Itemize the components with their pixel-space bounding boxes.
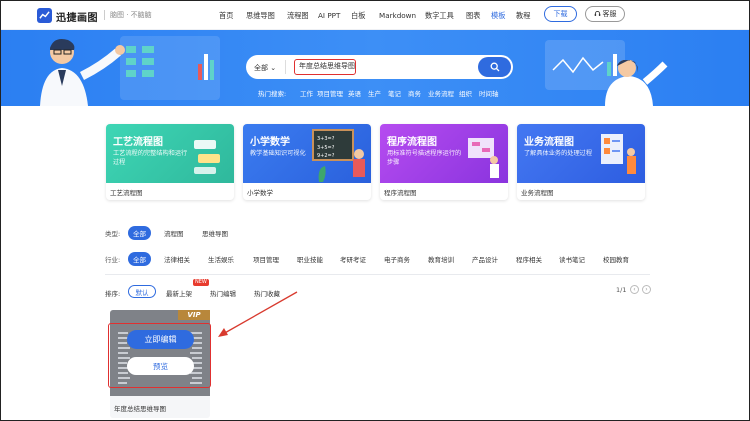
sort-option-newest[interactable]: 最新上架 [166, 288, 192, 298]
industry-option[interactable]: 法律相关 [164, 254, 190, 264]
preview-button[interactable]: 预览 [127, 357, 194, 375]
prev-page-icon[interactable]: ‹ [630, 285, 639, 294]
card-title: 业务流程图 [524, 137, 574, 148]
industry-option[interactable]: 产品设计 [472, 254, 498, 264]
download-button[interactable]: 下载 [544, 6, 577, 22]
sort-label: 排序: [105, 290, 121, 298]
type-option[interactable]: 思维导图 [202, 228, 228, 238]
teacher-illustration [40, 39, 125, 106]
template-title[interactable]: 年度总结思维导图 [114, 403, 166, 413]
chevron-down-icon: ⌄ [270, 64, 277, 72]
card-title: 程序流程图 [387, 137, 437, 148]
card-business-flowchart[interactable]: 业务流程图 了解具体业务的处理过程 业务流程图 [517, 124, 645, 200]
industry-option[interactable]: 教育培训 [428, 254, 454, 264]
program-illustration-icon [468, 138, 499, 178]
search-bar [246, 55, 513, 79]
search-category-label: 全部 [254, 64, 268, 72]
card-label: 小学数学 [247, 189, 273, 197]
type-filter-label: 类型: [105, 230, 121, 238]
logo-icon[interactable] [37, 8, 52, 23]
industry-option[interactable]: 考研考证 [340, 254, 366, 264]
type-option[interactable]: 流程图 [164, 228, 184, 238]
search-button[interactable] [478, 57, 511, 77]
nav-home[interactable]: 首页 [219, 11, 233, 21]
presenter-illustration [605, 60, 668, 106]
top-header: 迅捷画图 脑图 · 不脑脑 首页 思维导图 流程图 AI PPT 白板 Mark… [0, 0, 750, 30]
card-title: 小学数学 [250, 137, 290, 148]
filter-divider [105, 274, 650, 275]
nav-tutorials[interactable]: 教程 [516, 11, 530, 21]
hot-term[interactable]: 组织 [459, 88, 472, 98]
industry-option[interactable]: 电子商务 [384, 254, 410, 264]
type-option-all[interactable]: 全部 [128, 226, 151, 240]
customer-service-label: 客服 [602, 10, 617, 18]
brand-divider [104, 10, 105, 20]
card-desc: 了解具体业务的处理过程 [524, 150, 593, 157]
hot-term[interactable]: 业务流程 [428, 88, 454, 98]
industry-option-all[interactable]: 全部 [128, 252, 151, 266]
card-label: 业务流程图 [521, 189, 554, 197]
nav-mindmap[interactable]: 思维导图 [246, 11, 275, 21]
card-primary-math[interactable]: 3+3=? 3+5=? 9+2=? 小学数学 教学基础知识可视化 小学数学 [243, 124, 371, 200]
next-page-icon[interactable]: › [642, 285, 651, 294]
new-badge: NEW [193, 279, 209, 286]
hot-term[interactable]: 生产 [368, 88, 381, 98]
flowchart-icon [194, 140, 220, 174]
edit-now-button[interactable]: 立即编辑 [127, 330, 194, 349]
nav-charts[interactable]: 图表 [466, 11, 480, 21]
customer-service-button[interactable]: 客服 [585, 6, 625, 22]
vip-badge: VIP [178, 310, 210, 320]
card-process-flowchart[interactable]: 工艺流程图 工艺流程的完整结构和运行过程 工艺流程图 [106, 124, 234, 200]
card-program-flowchart[interactable]: 程序流程图 用标准符号描述程序运行的步骤 程序流程图 [380, 124, 508, 200]
industry-option[interactable]: 读书笔记 [559, 254, 585, 264]
brand-slogan: 脑图 · 不脑脑 [110, 11, 152, 19]
search-category-select[interactable]: 全部 ⌄ [254, 63, 276, 73]
banner-board-illustration [120, 36, 220, 100]
card-label: 工艺流程图 [110, 189, 143, 197]
industry-option[interactable]: 项目管理 [253, 254, 279, 264]
search-divider [285, 60, 286, 74]
business-illustration-icon [601, 134, 636, 174]
industry-option[interactable]: 职业技能 [297, 254, 323, 264]
hot-search-label: 热门搜索: [258, 90, 287, 98]
hot-term[interactable]: 商务 [408, 88, 421, 98]
page-indicator: 1/1 [616, 286, 627, 294]
hot-term[interactable]: 工作 [300, 88, 313, 98]
card-label: 程序流程图 [384, 189, 417, 197]
industry-option[interactable]: 生活娱乐 [208, 254, 234, 264]
nav-whiteboard[interactable]: 白板 [351, 11, 365, 21]
search-input[interactable]: 年度总结思维导图 [294, 59, 356, 75]
nav-flowchart[interactable]: 流程图 [287, 11, 309, 21]
card-desc: 教学基础知识可视化 [250, 150, 306, 157]
industry-filter-label: 行业: [105, 256, 121, 264]
industry-option[interactable]: 程序相关 [516, 254, 542, 264]
card-desc: 用标准符号描述程序运行的步骤 [387, 150, 462, 166]
hot-term[interactable]: 项目管理 [317, 88, 343, 98]
brand-name[interactable]: 迅捷画图 [56, 9, 98, 24]
headset-icon [594, 10, 601, 19]
hot-term[interactable]: 英语 [348, 88, 361, 98]
sort-option-default[interactable]: 默认 [128, 285, 156, 298]
search-icon [490, 62, 499, 72]
nav-ai-ppt[interactable]: AI PPT [318, 11, 340, 20]
nav-templates[interactable]: 模板 [491, 11, 505, 21]
nav-markdown[interactable]: Markdown [379, 11, 416, 20]
svg-text:3+3=?: 3+3=? [317, 136, 335, 142]
hot-term[interactable]: 笔记 [388, 88, 401, 98]
annotation-arrow [218, 291, 298, 337]
hot-term[interactable]: 时间轴 [479, 88, 499, 98]
nav-digital-tools[interactable]: 数字工具 [425, 11, 454, 21]
industry-option[interactable]: 校园教育 [603, 254, 629, 264]
card-title: 工艺流程图 [113, 137, 163, 148]
card-desc: 工艺流程的完整结构和运行过程 [113, 150, 188, 166]
